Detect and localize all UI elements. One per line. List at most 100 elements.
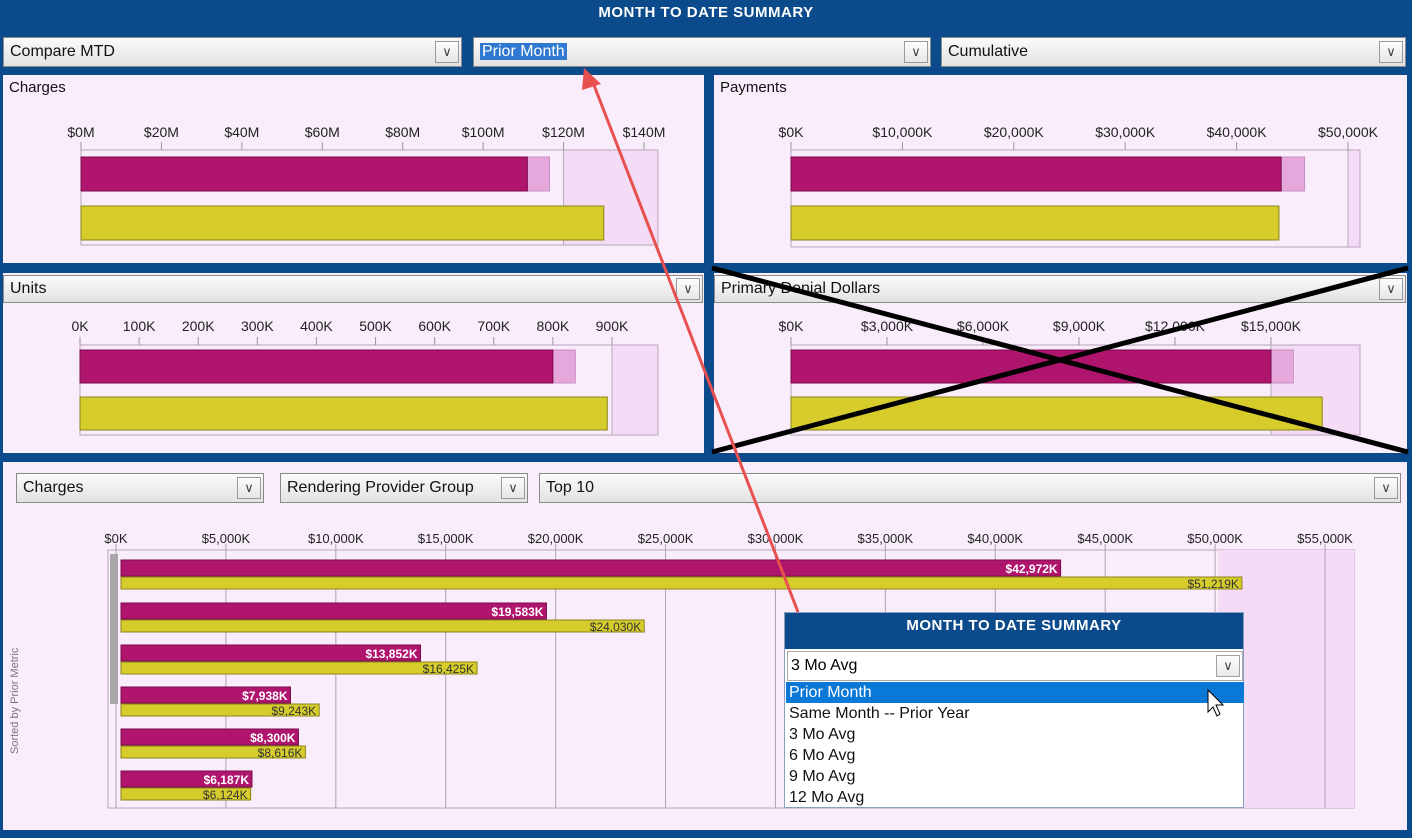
payments-bullet-chart: $0K $10,000K $20,000K $30,000K $40,000K $50,0…: [779, 124, 1379, 248]
range-band: [1347, 149, 1361, 248]
chevron-down-icon[interactable]: ∨: [1216, 655, 1240, 677]
option-12-mo-avg[interactable]: 12 Mo Avg: [786, 787, 1244, 808]
topn-select-value: Top 10: [546, 479, 595, 496]
tick-label: $9,000K: [1053, 318, 1106, 334]
current-bar: [790, 156, 1282, 192]
tick-label: $15,000K: [418, 531, 474, 546]
metric-select-value: Charges: [23, 479, 84, 496]
tick-label: $100M: [462, 124, 505, 140]
current-bar: [80, 156, 528, 192]
tick-label: $10,000K: [308, 531, 364, 546]
sort-label-text: Sorted by Prior Metric: [9, 647, 21, 754]
prior-bar-label: $9,243K: [271, 704, 316, 718]
option-6-mo-avg[interactable]: 6 Mo Avg: [786, 745, 1244, 766]
prior-bar: [120, 576, 1243, 590]
prior-bar-label: $8,616K: [258, 746, 303, 760]
tick-label: 700K: [477, 318, 510, 334]
tick-label: $3,000K: [861, 318, 914, 334]
option-3-mo-avg[interactable]: 3 Mo Avg: [786, 724, 1244, 745]
prior-bar: [790, 205, 1280, 241]
tick-label: $50,000K: [1187, 531, 1243, 546]
chevron-down-icon[interactable]: ∨: [435, 41, 459, 63]
tick-label: $45,000K: [1077, 531, 1133, 546]
period-dropdown-popup: MONTH TO DATE SUMMARY 3 Mo Avg ∨ Prior M…: [784, 612, 1244, 808]
current-bar: [120, 602, 547, 620]
tick-label: $15,000K: [1241, 318, 1302, 334]
chevron-down-icon[interactable]: ∨: [237, 477, 261, 499]
popup-select[interactable]: 3 Mo Avg ∨: [787, 651, 1243, 681]
tick-label: $20,000K: [984, 124, 1045, 140]
metric-select[interactable]: Charges ∨: [16, 473, 264, 503]
topn-select[interactable]: Top 10 ∨: [539, 473, 1401, 503]
compare-select[interactable]: Compare MTD ∨: [3, 37, 462, 67]
tick-label: 0K: [71, 318, 89, 334]
period-select-value: Prior Month: [480, 43, 567, 60]
prior-bar: [790, 396, 1323, 431]
tick-label: $40,000K: [967, 531, 1023, 546]
chevron-down-icon[interactable]: ∨: [1379, 41, 1403, 63]
current-bar-label: $19,583K: [491, 605, 543, 619]
denials-select-value: Primary Denial Dollars: [721, 280, 881, 297]
tick-label: 500K: [359, 318, 392, 334]
charges-panel: Charges $0M $20M $40M $60M $80M $100M $120M $14…: [3, 75, 704, 263]
prior-bar-label: $24,030K: [590, 620, 641, 634]
current-bar: [790, 349, 1272, 384]
current-bar-label: $42,972K: [1006, 562, 1058, 576]
tick-label: $40,000K: [1207, 124, 1268, 140]
popup-option-list: Prior Month Same Month -- Prior Year 3 M…: [786, 682, 1244, 808]
tick-label: 900K: [596, 318, 629, 334]
tick-label: $0M: [67, 124, 94, 140]
grouping-select[interactable]: Rendering Provider Group ∨: [280, 473, 528, 503]
period-select[interactable]: Prior Month ∨: [473, 37, 931, 67]
tick-label: $10,000K: [872, 124, 933, 140]
mode-select-value: Cumulative: [948, 43, 1029, 60]
tick-label: $6,000K: [957, 318, 1010, 334]
sort-side-label: Sorted by Prior Metric: [9, 647, 21, 754]
current-bar-label: $8,300K: [250, 731, 296, 745]
popup-select-value: 3 Mo Avg: [791, 657, 858, 674]
page-title: MONTH TO DATE SUMMARY: [598, 4, 814, 21]
chevron-down-icon[interactable]: ∨: [1374, 477, 1398, 499]
tick-label: $55,000K: [1297, 531, 1353, 546]
tick-label: $0K: [779, 318, 805, 334]
tick-label: $30,000K: [1095, 124, 1156, 140]
scrollbar-thumb: [110, 554, 118, 704]
mode-select[interactable]: Cumulative ∨: [941, 37, 1406, 67]
units-select[interactable]: Units ∨: [3, 275, 703, 303]
option-same-month-prior-year[interactable]: Same Month -- Prior Year: [786, 703, 1244, 724]
tick-label: $25,000K: [638, 531, 694, 546]
grouping-select-value: Rendering Provider Group: [287, 479, 474, 496]
tick-label: $120M: [542, 124, 585, 140]
tick-label: $40M: [224, 124, 259, 140]
tick-label: $30,000K: [748, 531, 804, 546]
tick-label: 100K: [123, 318, 156, 334]
denials-select[interactable]: Primary Denial Dollars ∨: [714, 275, 1406, 303]
chevron-down-icon[interactable]: ∨: [904, 41, 928, 63]
compare-select-value: Compare MTD: [10, 43, 115, 60]
option-9-mo-avg[interactable]: 9 Mo Avg: [786, 766, 1244, 787]
tick-label: $20M: [144, 124, 179, 140]
prior-bar-label: $51,219K: [1187, 577, 1238, 591]
tick-label: 400K: [300, 318, 333, 334]
range-band: [611, 344, 659, 436]
tick-label: $60M: [305, 124, 340, 140]
tick-label: $12,000K: [1145, 318, 1206, 334]
current-bar-label: $13,852K: [365, 647, 417, 661]
tick-label: 200K: [182, 318, 215, 334]
tick-label: 600K: [418, 318, 451, 334]
current-bar: [120, 559, 1062, 577]
chevron-down-icon[interactable]: ∨: [676, 278, 700, 300]
popup-title: MONTH TO DATE SUMMARY: [785, 613, 1243, 649]
prior-bar-label: $6,124K: [203, 788, 248, 802]
prior-bar: [79, 396, 608, 431]
units-select-value: Units: [10, 280, 47, 297]
current-bar-label: $6,187K: [204, 773, 250, 787]
chevron-down-icon[interactable]: ∨: [501, 477, 525, 499]
tick-label: $5,000K: [202, 531, 251, 546]
chevron-down-icon[interactable]: ∨: [1379, 278, 1403, 300]
tick-label: 800K: [537, 318, 570, 334]
option-prior-month[interactable]: Prior Month: [786, 682, 1244, 703]
tick-label: $0K: [779, 124, 805, 140]
tick-label: 300K: [241, 318, 274, 334]
prior-bar: [120, 619, 645, 633]
